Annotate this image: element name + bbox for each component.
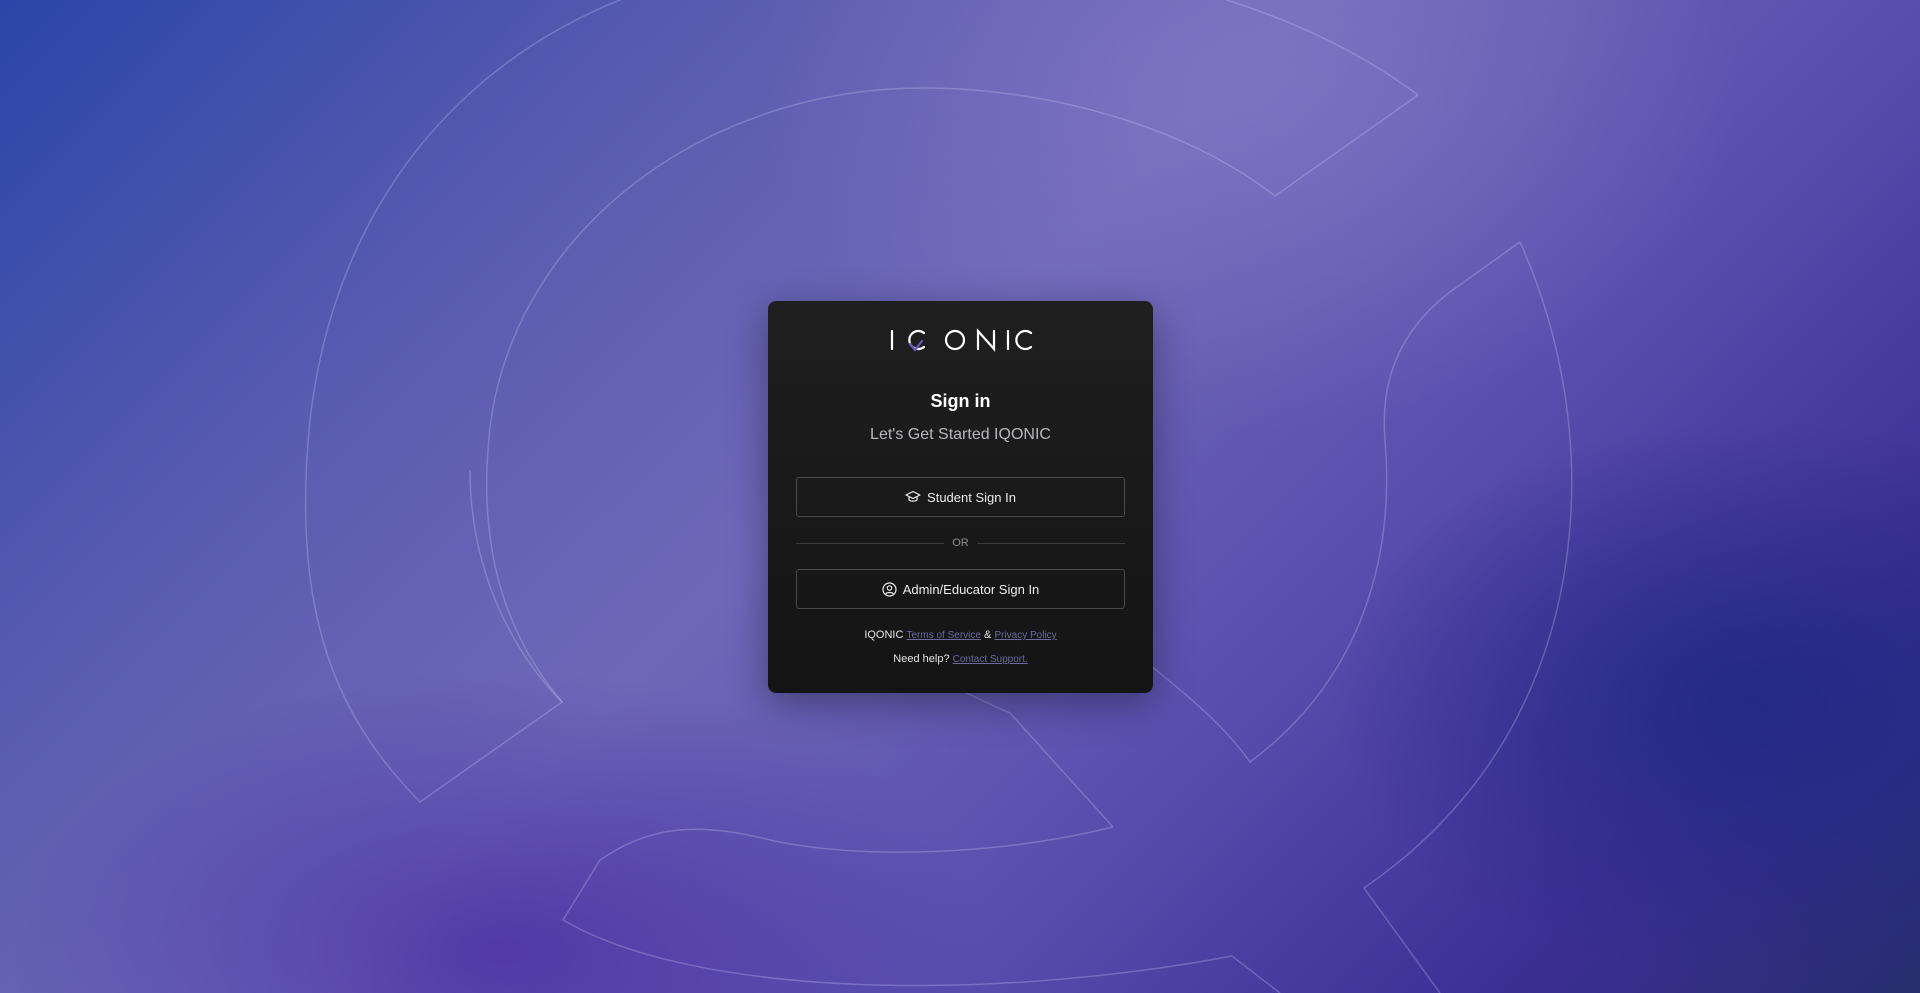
iqonic-logo <box>768 325 1153 355</box>
help-line: Need help? Contact Support. <box>768 653 1153 665</box>
divider-line-left <box>796 542 945 544</box>
divider-label: OR <box>952 537 969 549</box>
graduation-cap-icon <box>905 490 921 502</box>
student-sign-in-label: Student Sign In <box>927 489 1016 505</box>
student-sign-in-button[interactable]: Student Sign In <box>796 477 1125 517</box>
help-prefix: Need help? <box>893 653 950 665</box>
iqonic-logo-wordmark <box>890 328 1032 352</box>
legal-brand: IQONIC <box>864 629 904 641</box>
admin-educator-sign-in-button[interactable]: Admin/Educator Sign In <box>796 569 1125 609</box>
terms-of-service-link[interactable]: Terms of Service <box>907 630 981 641</box>
page-subtitle: Let's Get Started IQONIC <box>870 426 1051 443</box>
privacy-policy-link[interactable]: Privacy Policy <box>994 630 1056 641</box>
sign-in-card: Sign in Let's Get Started IQONIC Student… <box>768 301 1153 693</box>
admin-educator-sign-in-label: Admin/Educator Sign In <box>902 581 1040 597</box>
user-circle-icon <box>882 581 897 597</box>
page-title: Sign in <box>930 391 991 411</box>
or-divider: OR <box>796 537 1125 549</box>
legal-ampersand: & <box>984 629 992 641</box>
contact-support-link[interactable]: Contact Support. <box>953 654 1028 665</box>
divider-line-right <box>976 542 1125 544</box>
legal-links: IQONIC Terms of Service & Privacy Policy <box>768 629 1153 641</box>
